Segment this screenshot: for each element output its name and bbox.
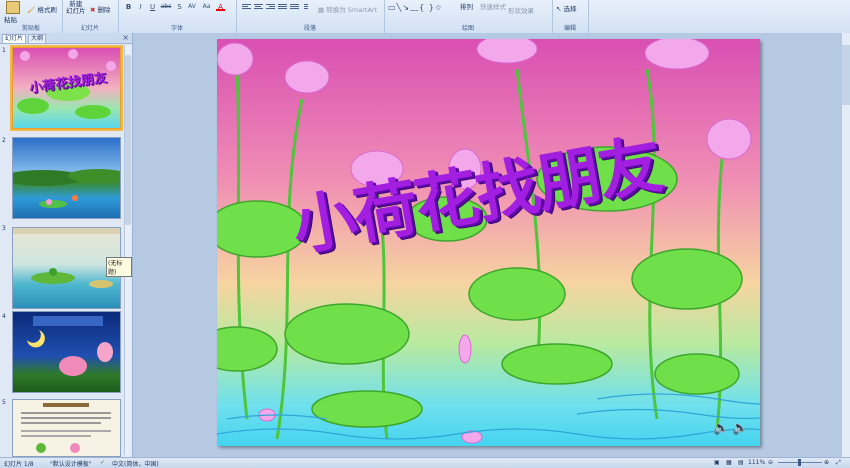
delete-label: 删除 bbox=[97, 6, 111, 14]
zoom-slider-handle[interactable] bbox=[798, 459, 801, 466]
speaker-icon-2[interactable]: 🔈 bbox=[732, 421, 748, 436]
brush-icon: 🖌 bbox=[27, 6, 36, 14]
editing-group: ↖ 选择 编辑 bbox=[552, 0, 589, 33]
select-label: 选择 bbox=[563, 5, 577, 13]
speaker-icon-1[interactable]: 🔈 bbox=[713, 421, 729, 436]
format-painter-button[interactable]: 🖌 格式刷 bbox=[27, 4, 57, 14]
clipboard-group: 粘贴 🖌 格式刷 剪贴板 bbox=[0, 0, 63, 33]
align-right-button[interactable] bbox=[266, 4, 275, 11]
slide-thumbnail-1[interactable]: 小荷花找朋友 bbox=[10, 45, 123, 131]
underline-button[interactable]: U bbox=[148, 3, 157, 11]
slide-thumbnail-4[interactable] bbox=[12, 311, 121, 393]
columns-button[interactable] bbox=[304, 4, 313, 11]
new-slide-button[interactable]: 新建 幻灯片 bbox=[66, 1, 86, 15]
clipboard-group-label: 剪贴板 bbox=[21, 25, 40, 32]
font-group-label: 字体 bbox=[170, 25, 183, 32]
status-bar: 幻灯片 1/8 "默认设计模板" ✓ 中文(简体，中国) ▣ ▦ ▤ 111% … bbox=[0, 457, 850, 468]
slide-thumbnail-2[interactable] bbox=[12, 137, 121, 219]
thumbnail-number: 3 bbox=[2, 225, 6, 232]
select-button[interactable]: ↖ 选择 bbox=[556, 3, 577, 13]
paste-icon bbox=[6, 1, 20, 14]
bold-button[interactable]: B bbox=[124, 3, 133, 11]
main-vertical-scrollbar[interactable] bbox=[841, 33, 850, 457]
change-case-button[interactable]: Aa bbox=[201, 3, 212, 11]
close-icon[interactable]: × bbox=[122, 33, 129, 43]
char-spacing-button[interactable]: AV bbox=[186, 3, 198, 11]
smartart-label: 转换为 SmartArt bbox=[326, 6, 378, 14]
italic-button[interactable]: I bbox=[136, 3, 145, 11]
view-slideshow-icon[interactable]: ▤ bbox=[738, 459, 744, 466]
slides-pane: 幻灯片 大纲 × 1 小荷花找朋友 2 3 4 5 (无标题) bbox=[0, 33, 133, 457]
ribbon: 粘贴 🖌 格式刷 剪贴板 新建 幻灯片 ✖ 删除 幻灯片 B I U abc S… bbox=[0, 0, 850, 34]
thumbnail-tooltip: (无标题) bbox=[106, 257, 132, 277]
format-painter-label: 格式刷 bbox=[37, 6, 57, 14]
fit-window-icon[interactable]: ⤢ bbox=[836, 459, 841, 467]
tab-slides[interactable]: 幻灯片 bbox=[2, 34, 27, 43]
slide-edit-area: 小荷花找朋友 🔈 🔈 bbox=[133, 33, 842, 457]
slides-group: 新建 幻灯片 ✖ 删除 幻灯片 bbox=[62, 0, 119, 33]
align-left-button[interactable] bbox=[242, 4, 251, 11]
arrange-button[interactable]: 排列 bbox=[460, 1, 473, 11]
shape-effects-button[interactable]: 形状效果 bbox=[508, 5, 534, 15]
quick-styles-button[interactable]: 快速样式 bbox=[480, 1, 506, 11]
zoom-in-icon[interactable]: ⊕ bbox=[824, 459, 829, 466]
lilypad-thumb-art bbox=[13, 228, 120, 288]
shape-effects-label: 形状效果 bbox=[508, 7, 534, 15]
paragraph-group-label: 段落 bbox=[303, 25, 316, 32]
distribute-button[interactable] bbox=[290, 4, 299, 11]
font-color-button[interactable]: A bbox=[216, 3, 225, 11]
quick-styles-label: 快速样式 bbox=[480, 3, 506, 11]
night-thumb-art bbox=[27, 316, 113, 376]
thumbnail-number: 5 bbox=[2, 399, 6, 406]
convert-smartart-button[interactable]: ▦ 转换为 SmartArt bbox=[318, 4, 377, 14]
delete-slide-button[interactable]: ✖ 删除 bbox=[90, 4, 111, 14]
justify-button[interactable] bbox=[278, 4, 287, 11]
slide-thumbnail-5[interactable] bbox=[12, 399, 121, 457]
thumbnail-scrollbar[interactable] bbox=[124, 45, 131, 455]
strikethrough-button[interactable]: abc bbox=[160, 3, 172, 11]
pane-tabs: 幻灯片 大纲 × bbox=[0, 33, 132, 44]
zoom-level[interactable]: 111% bbox=[748, 459, 765, 466]
smartart-icon: ▦ bbox=[318, 6, 325, 14]
paste-button[interactable]: 粘贴 bbox=[4, 1, 20, 24]
slides-group-label: 幻灯片 bbox=[80, 25, 99, 32]
pond-thumb-art bbox=[13, 169, 120, 208]
view-sorter-icon[interactable]: ▦ bbox=[726, 459, 732, 466]
text-thumb-art bbox=[21, 403, 111, 453]
thumbnail-number: 2 bbox=[2, 137, 6, 144]
align-center-button[interactable] bbox=[254, 4, 263, 11]
paragraph-group: ▦ 转换为 SmartArt 段落 bbox=[236, 0, 385, 33]
shadow-button[interactable]: S bbox=[175, 3, 184, 11]
zoom-out-icon[interactable]: ⊖ bbox=[768, 459, 773, 466]
main-scroll-thumb[interactable] bbox=[842, 45, 850, 105]
thumbnail-scroll-thumb[interactable] bbox=[125, 55, 131, 225]
shapes-gallery[interactable]: ▭╲↘﹏{ }☆ bbox=[388, 2, 443, 13]
cursor-icon: ↖ bbox=[556, 5, 562, 13]
tab-outline[interactable]: 大纲 bbox=[28, 34, 47, 43]
editing-group-label: 编辑 bbox=[563, 25, 576, 32]
arrange-label: 排列 bbox=[460, 3, 473, 11]
spellcheck-icon[interactable]: ✓ bbox=[100, 459, 105, 466]
thumbnail-number: 1 bbox=[2, 47, 6, 54]
thumbnail-number: 4 bbox=[2, 313, 6, 320]
drawing-group-label: 绘图 bbox=[461, 25, 474, 32]
slide-thumbnail-3[interactable] bbox=[12, 227, 121, 309]
font-group: B I U abc S AV Aa A 字体 bbox=[118, 0, 237, 33]
delete-icon: ✖ bbox=[90, 6, 96, 14]
slide-canvas[interactable]: 小荷花找朋友 🔈 🔈 bbox=[217, 39, 760, 446]
view-normal-icon[interactable]: ▣ bbox=[714, 459, 720, 466]
drawing-group: ▭╲↘﹏{ }☆ 排列 快速样式 形状效果 绘图 bbox=[384, 0, 553, 33]
